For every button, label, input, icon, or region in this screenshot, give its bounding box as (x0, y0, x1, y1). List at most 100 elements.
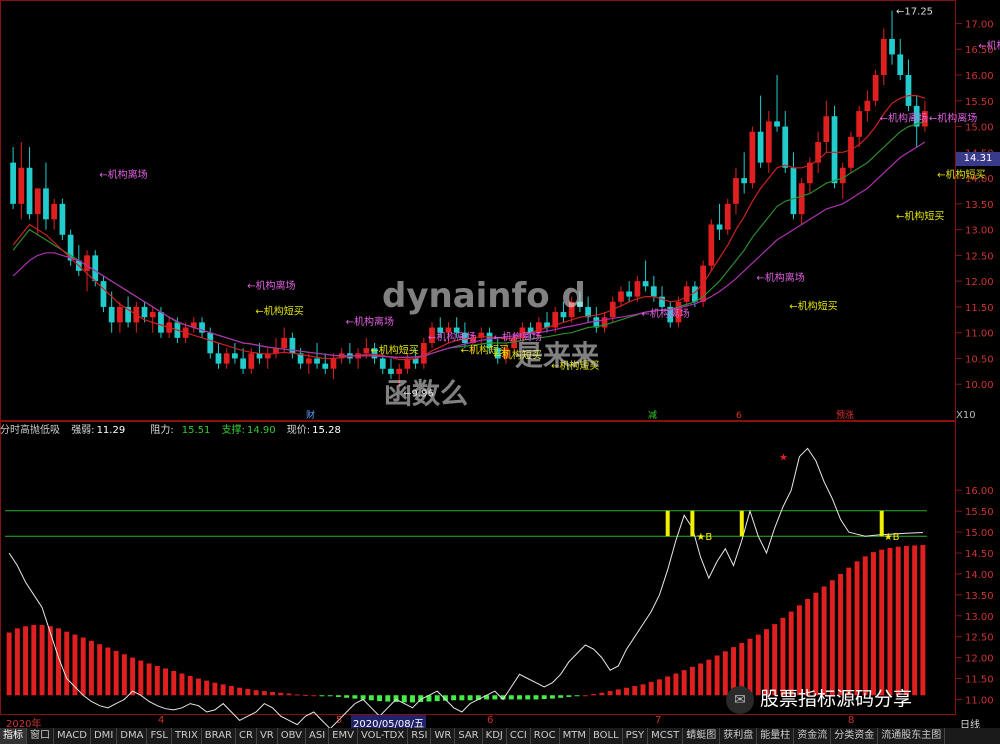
ind-tick-label: 14.50 (965, 549, 994, 560)
candle-body (420, 343, 427, 364)
tab-14[interactable]: RSI (408, 728, 432, 744)
tab-17[interactable]: KDJ (483, 728, 507, 744)
histogram-bar (558, 695, 564, 698)
histogram-bar (39, 624, 45, 696)
watermark-text: 股票指标源码分享 (760, 688, 913, 710)
histogram-bar (665, 676, 671, 696)
buy-marker: ★B (696, 532, 712, 543)
candle-body (765, 121, 772, 163)
candle-body (108, 306, 115, 323)
event-marker: 财 (306, 409, 315, 421)
spike-marker (665, 510, 670, 537)
candle-body (618, 291, 624, 302)
tab-20[interactable]: MTM (560, 728, 590, 744)
histogram-bar (410, 695, 415, 703)
histogram-bar (673, 673, 679, 696)
tab-19[interactable]: ROC (531, 728, 560, 744)
tab-0[interactable]: 指标 (0, 728, 27, 744)
stock-chart[interactable]: 10.00 10.50 11.00 11.50 12.00 12.50 13.00 13.50… (0, 0, 1000, 744)
histogram-bar (838, 573, 844, 696)
price-tick-label: 12.50 (965, 251, 994, 262)
signal-label: ←机构离场 (756, 271, 804, 284)
histogram-bar (154, 665, 160, 696)
candle-body (798, 183, 805, 215)
histogram-bar (286, 693, 292, 696)
tab-1[interactable]: 窗口 (27, 728, 54, 744)
tab-26[interactable]: 能量柱 (757, 728, 795, 744)
candle-body (240, 358, 246, 369)
current-price-tag: 14.31 (956, 152, 1000, 166)
histogram-bar (171, 670, 177, 696)
candle-body (634, 281, 641, 297)
tab-29[interactable]: 流通股东主图 (878, 728, 946, 744)
overlay-line-1: dynainfo d (382, 276, 586, 316)
indicator-tabs: 指标 窗口 MACD DMI DMA FSL TRIX BRAR CR VR OBV ASI EMV VO… (0, 728, 1000, 744)
candle-body (59, 203, 66, 235)
histogram-bar (648, 681, 654, 696)
tab-16[interactable]: SAR (455, 728, 483, 744)
candle-body (43, 188, 49, 220)
date-m8: 8 (848, 715, 855, 726)
ma-line-1 (12, 94, 926, 361)
tab-25[interactable]: 获利盘 (720, 728, 758, 744)
histogram-bar (640, 684, 646, 696)
histogram-bar (459, 695, 465, 701)
tab-23[interactable]: MCST (648, 728, 684, 744)
candle-body (215, 353, 222, 364)
histogram-bar (163, 668, 168, 696)
candle-body (330, 358, 337, 369)
tab-6[interactable]: TRIX (172, 728, 202, 744)
tab-18[interactable]: CCI (507, 728, 531, 744)
histogram-bar (681, 670, 687, 696)
histogram-bar (805, 599, 811, 696)
candle-body (232, 353, 238, 359)
tab-7[interactable]: BRAR (202, 728, 236, 744)
price-label: 现价: (286, 425, 311, 436)
histogram-bar (319, 695, 325, 697)
indicator-name[interactable]: 分时高抛低吸 (0, 425, 60, 436)
candle-body (724, 203, 731, 230)
tab-11[interactable]: ASI (306, 728, 330, 744)
histogram-bar (220, 684, 226, 696)
tab-8[interactable]: CR (236, 728, 257, 744)
candle-body (774, 121, 780, 127)
tab-9[interactable]: VR (257, 728, 278, 744)
signal-label: ←机构离场 (880, 111, 928, 124)
histogram-bar (698, 663, 704, 696)
histogram-bar (377, 695, 383, 702)
zoom-label[interactable]: X10 (956, 410, 976, 421)
histogram-bar (6, 632, 12, 696)
tab-2[interactable]: MACD (54, 728, 91, 744)
histogram-bar (105, 647, 111, 696)
candle-body (889, 38, 895, 55)
histogram-bar (689, 666, 695, 696)
price-tick-label: 10.50 (965, 354, 994, 365)
ind-tick-label: 15.50 (965, 507, 994, 518)
ind-tick-label: 12.00 (965, 654, 994, 665)
histogram-bar (237, 687, 243, 696)
histogram-bar (138, 660, 144, 696)
tab-28[interactable]: 分类资金 (831, 728, 879, 744)
tab-21[interactable]: BOLL (590, 728, 623, 744)
tab-4[interactable]: DMA (117, 728, 148, 744)
tab-13[interactable]: VOL-TDX (358, 728, 409, 744)
tab-24[interactable]: 蜻蜓图 (683, 728, 721, 744)
tab-15[interactable]: WR (431, 728, 456, 744)
histogram-bar (97, 644, 103, 696)
signal-label: ←机构短买 (789, 300, 837, 313)
candle-body (708, 224, 715, 266)
tab-10[interactable]: OBV (278, 728, 306, 744)
tab-27[interactable]: 资金流 (794, 728, 832, 744)
tab-22[interactable]: PSY (623, 728, 649, 744)
indicator-header: 分时高抛低吸 强弱: 11.29 阻力: 15.51 支撑: 14.90 现价: 15.… (0, 422, 955, 440)
main-frame (0, 0, 956, 421)
tab-3[interactable]: DMI (91, 728, 118, 744)
tab-5[interactable]: FSL (147, 728, 172, 744)
candle-body (207, 332, 214, 354)
date-m4: 4 (158, 715, 165, 726)
price-tick-label: 11.50 (965, 303, 994, 314)
histogram-bar (903, 545, 909, 696)
price-tick-label: 13.50 (965, 200, 994, 211)
candle-body (305, 358, 312, 364)
tab-12[interactable]: EMV (329, 728, 358, 744)
